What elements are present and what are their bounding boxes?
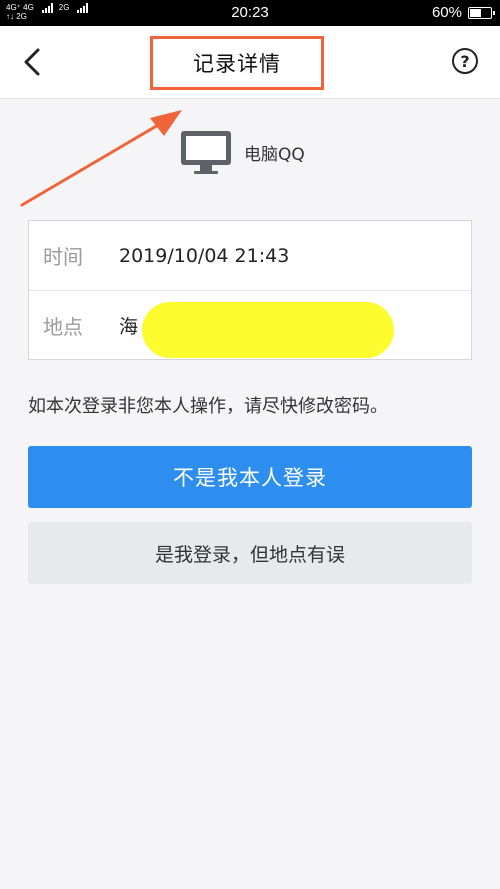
battery-icon <box>468 6 495 19</box>
time-value: 2019/10/04 21:43 <box>119 244 290 267</box>
monitor-icon <box>181 131 231 174</box>
back-button[interactable] <box>18 46 50 78</box>
battery-percent: 60% <box>431 4 462 21</box>
time-label: 时间 <box>43 245 83 269</box>
battery-fill <box>470 8 482 17</box>
battery-status: 60% <box>431 4 495 21</box>
device-label: 电脑QQ <box>244 144 305 165</box>
location-value: 海 <box>119 316 139 338</box>
question-circle-icon: ? <box>460 51 470 71</box>
help-button[interactable]: ? <box>452 48 478 74</box>
clock: 20:23 <box>231 4 269 21</box>
location-wrong-button[interactable]: 是我登录，但地点有误 <box>28 522 472 584</box>
nav-bar: 记录详情 ? <box>0 26 500 99</box>
redaction-highlight <box>142 302 394 358</box>
status-bar: 4G⁺ 4G ↑↓ 2G 2G 20:23 60% <box>0 0 500 26</box>
login-device: 电脑QQ <box>180 128 305 176</box>
security-notice: 如本次登录非您本人操作，请尽快修改密码。 <box>28 396 388 417</box>
location-label: 地点 <box>43 315 83 339</box>
page-title: 记录详情 <box>193 52 281 76</box>
time-row: 时间 2019/10/04 21:43 <box>29 221 471 290</box>
not-me-login-button[interactable]: 不是我本人登录 <box>28 446 472 508</box>
chevron-left-icon <box>24 48 40 76</box>
title-annotation-box: 记录详情 <box>150 36 324 90</box>
